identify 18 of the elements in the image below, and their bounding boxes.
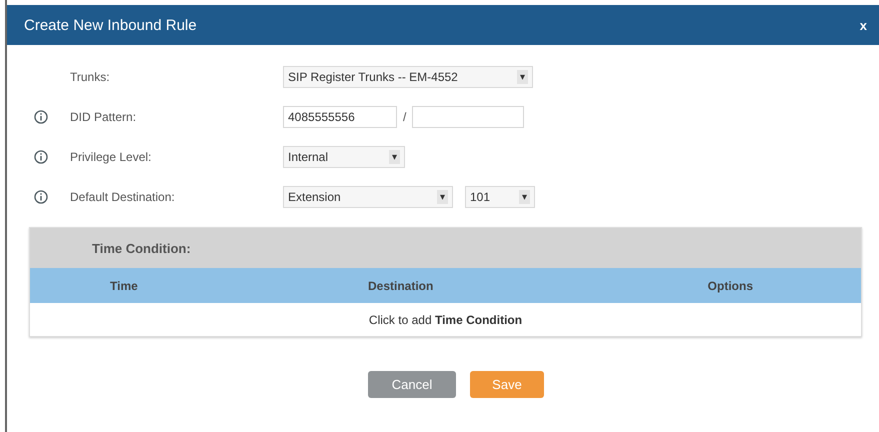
dropdown[interactable]: SIP Register Trunks -- EM-4552 ▾ [283, 66, 533, 88]
field-label: Default Destination: [69, 190, 176, 204]
column-header: Time [109, 278, 139, 292]
section-title: Time Condition: [92, 240, 191, 256]
input-field[interactable]: 4085555556 [283, 106, 397, 128]
separator-text: / [403, 110, 406, 124]
close-button[interactable]: x [860, 18, 867, 32]
field-label: Privilege Level: [69, 150, 152, 164]
dropdown[interactable]: Internal ▾ [283, 146, 405, 168]
add-time-condition-link[interactable]: Click to add Time Condition [368, 312, 522, 326]
field-label: Trunks: [69, 70, 111, 84]
dropdown[interactable]: 101 ▾ [465, 186, 535, 208]
window-title: Create New Inbound Rule [24, 16, 197, 34]
column-header: Options [708, 278, 753, 292]
dropdown[interactable]: Extension ▾ [283, 186, 453, 208]
field-label: DID Pattern: [69, 110, 138, 124]
column-header: Destination [367, 278, 434, 292]
input-field[interactable] [412, 106, 524, 128]
